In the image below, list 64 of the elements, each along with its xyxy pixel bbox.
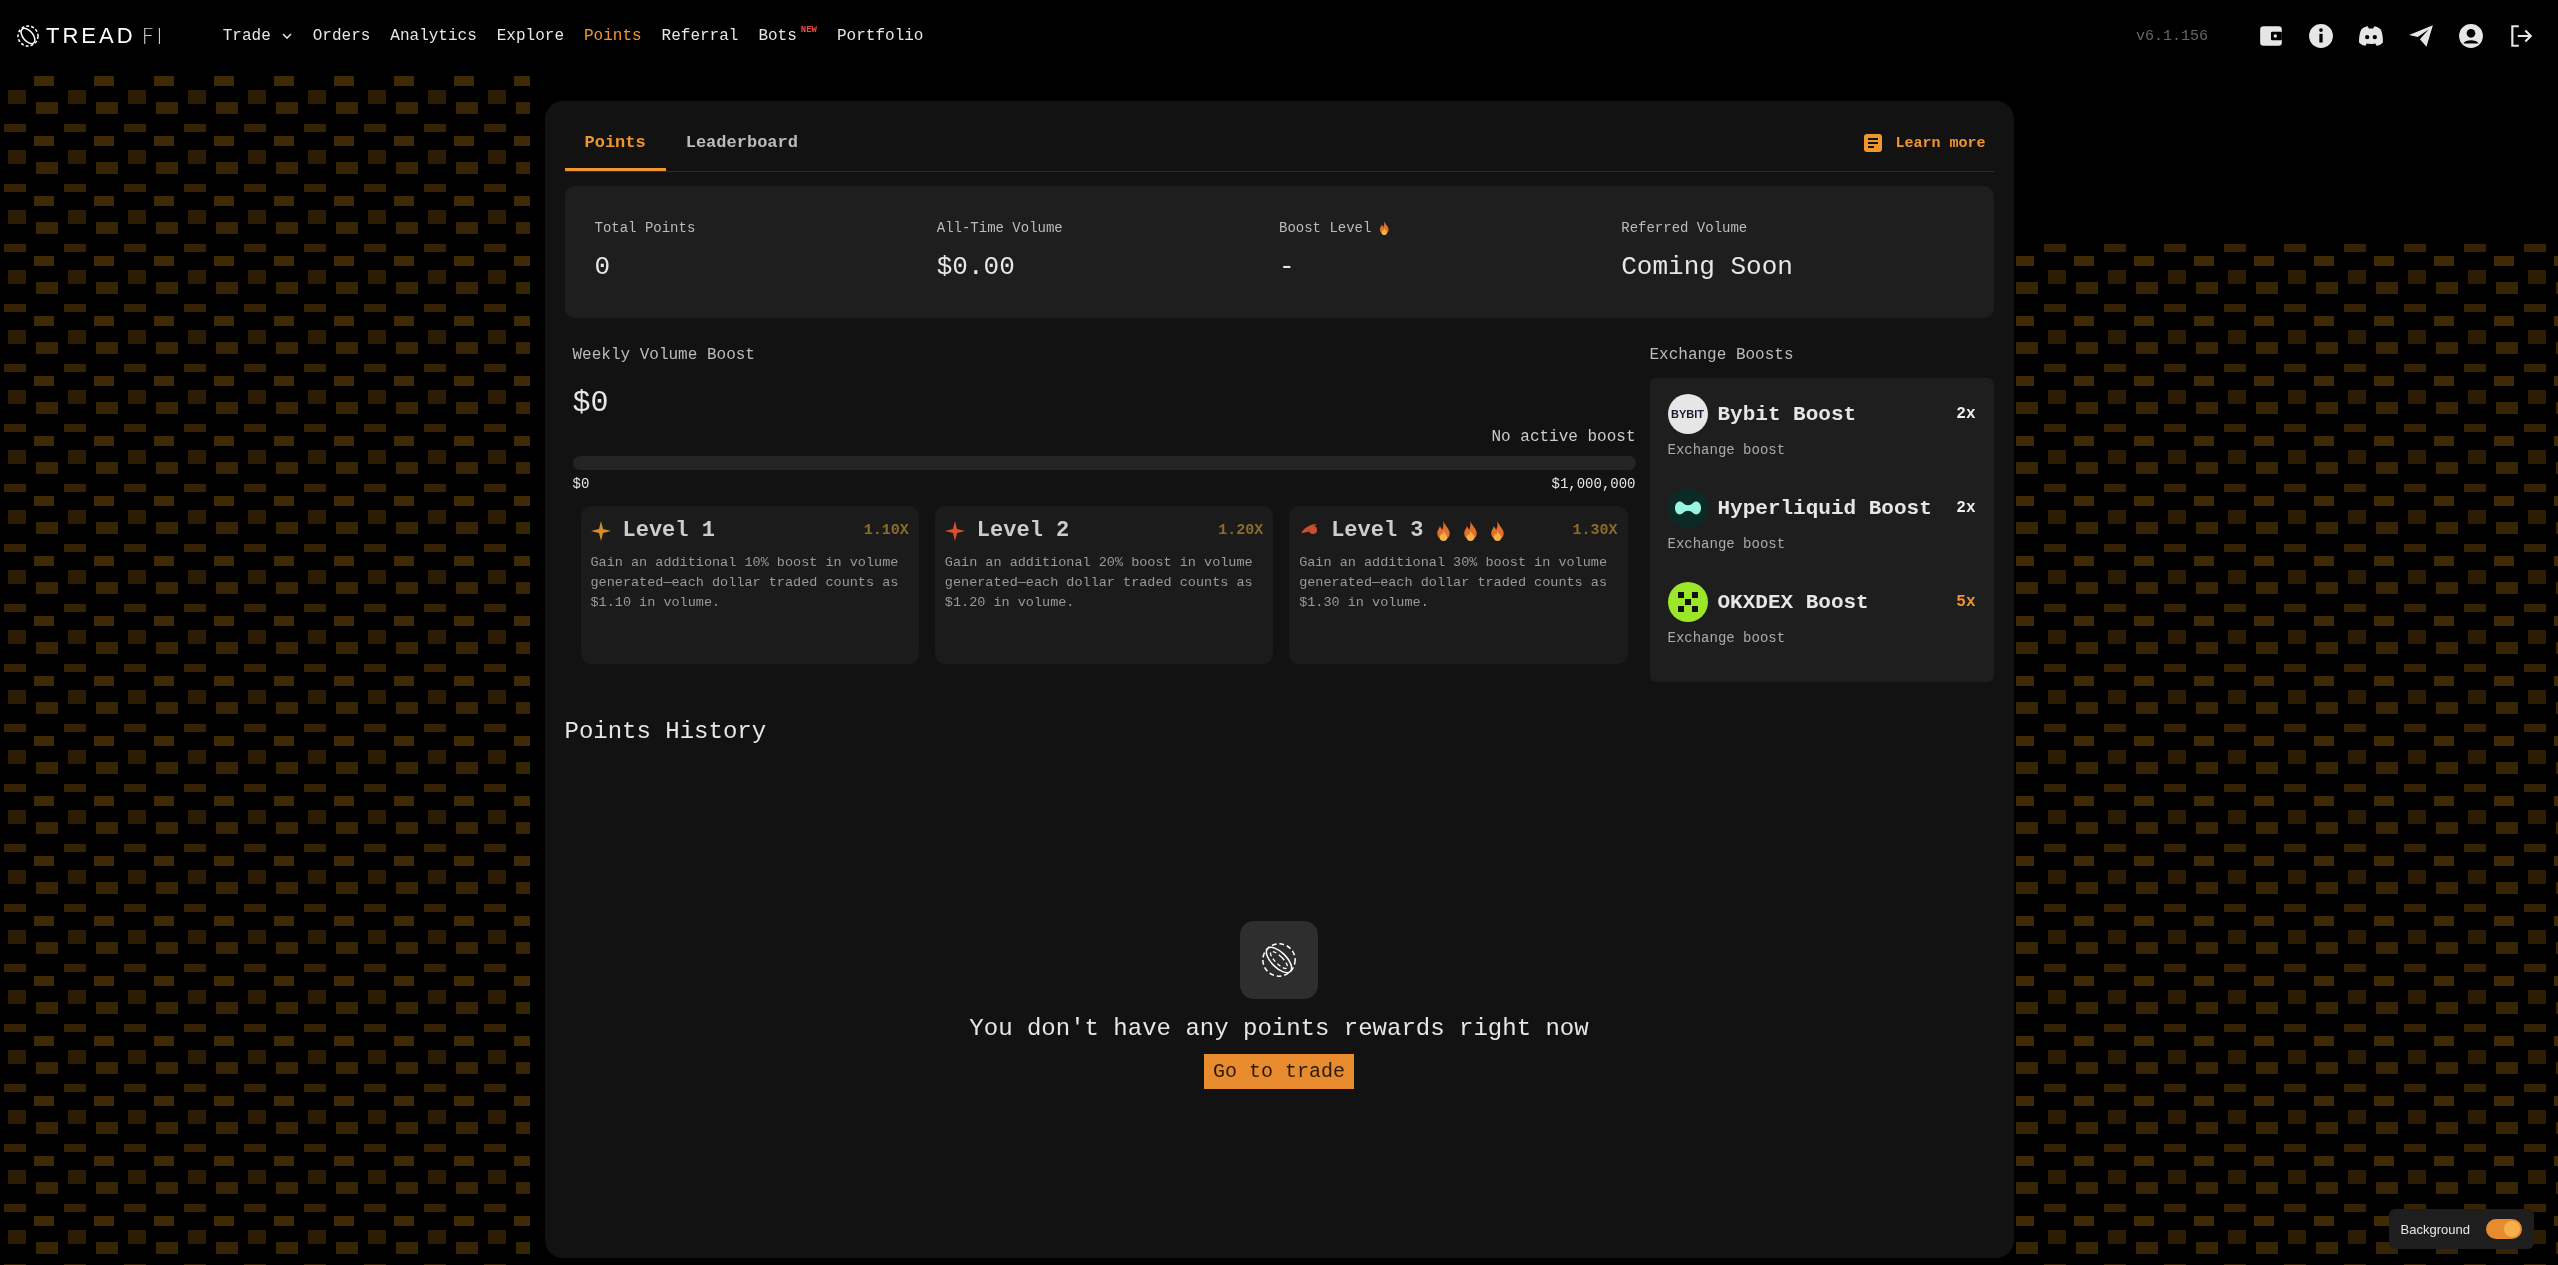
boost-multiplier: 5x [1956, 593, 1976, 611]
section-title: Exchange Boosts [1649, 346, 1795, 364]
paper-plane-icon[interactable] [2408, 23, 2434, 49]
nav-link[interactable]: Referral [661, 27, 739, 45]
level-multiplier: 1.10X [863, 522, 909, 539]
toggle-label: Background [2400, 1221, 2470, 1237]
level-title: Level 1 [622, 518, 715, 543]
exchange-name: Hyperliquid Boost [1717, 496, 1932, 520]
exchange-subtitle: Exchange boost [1667, 630, 1787, 646]
exchange-name: Bybit Boost [1717, 402, 1857, 426]
stat-value: Coming Soon [1621, 252, 1794, 282]
stat-label: All-Time Volume [936, 220, 1063, 236]
nav-link[interactable]: Portfolio [837, 27, 924, 45]
nav-link[interactable]: Orders [312, 27, 371, 45]
chat-bubble-icon[interactable] [2358, 23, 2384, 49]
new-label: NEW [800, 25, 817, 35]
version-text: v6.1.156 [2136, 27, 2208, 45]
level-description: Gain an additional 10% boost in volume generated—each dollar traded counts as $1.10 in volume. [590, 554, 900, 612]
nav-link[interactable]: Bots $^{NEW}$ [758, 27, 817, 45]
exchange-subtitle: Exchange boost [1667, 536, 1787, 552]
exchange-logo: BYBIT [1667, 394, 1708, 434]
range-min: $0 [572, 476, 590, 492]
section-title: Points History [564, 718, 768, 745]
logo-text: TREAD [46, 23, 136, 49]
level-description: Gain an additional 20% boost in volume generated—each dollar traded counts as $1.20 in volume. [944, 554, 1254, 612]
go-to-trade-button[interactable]: Go to trade [1204, 1054, 1354, 1089]
range-max: $1,000,000 [1551, 476, 1636, 492]
tab[interactable]: Points [564, 115, 666, 171]
stat-label: Total Points [594, 220, 696, 236]
user-icon[interactable] [2458, 23, 2484, 49]
wallet-icon[interactable] [2258, 23, 2284, 49]
stat-value: $0.00 [936, 252, 1016, 282]
boost-value: $0 [572, 386, 610, 420]
boost-multiplier: 2x [1956, 405, 1976, 423]
nav-link[interactable]: Points [584, 27, 642, 45]
level-multiplier: 1.20X [1218, 522, 1264, 539]
empty-state-message: You don't have any points rewards right now [969, 1015, 1589, 1042]
nav-link[interactable]: Analytics [390, 27, 477, 45]
level-title: Level 2 [976, 518, 1070, 543]
stat-label: Referred Volume [1621, 220, 1748, 236]
learn-more-link[interactable]: Learn more [1863, 133, 1994, 153]
tab[interactable]: Leaderboard [665, 115, 818, 171]
exchange-name: OKXDEX Boost [1717, 590, 1869, 614]
exchange-subtitle: Exchange boost [1667, 442, 1787, 458]
logo-icon [16, 24, 40, 48]
logout-icon[interactable] [2508, 23, 2534, 49]
stat-value: 0 [594, 252, 612, 282]
boost-multiplier: 2x [1956, 499, 1976, 517]
toggle-switch[interactable] [2486, 1219, 2522, 1239]
section-title: Weekly Volume Boost [572, 346, 756, 364]
exchange-logo [1667, 582, 1708, 622]
info-icon[interactable] [2308, 23, 2334, 49]
stat-label: Boost Level [1279, 220, 1372, 236]
boost-status: No active boost [1490, 428, 1636, 446]
level-multiplier: 1.30X [1572, 522, 1618, 539]
nav-link[interactable]: Trade [222, 27, 293, 45]
nav-link[interactable]: Explore [496, 27, 564, 45]
level-title: Level 3 [1331, 518, 1424, 543]
level-description: Gain an additional 30% boost in volume generated—each dollar traded counts as $1.30 in volume. [1299, 554, 1608, 612]
ring-icon [1260, 941, 1298, 979]
stat-value: - [1279, 252, 1296, 282]
exchange-logo [1667, 488, 1708, 528]
document-icon [1863, 133, 1884, 153]
logo-text: FI [141, 23, 165, 49]
